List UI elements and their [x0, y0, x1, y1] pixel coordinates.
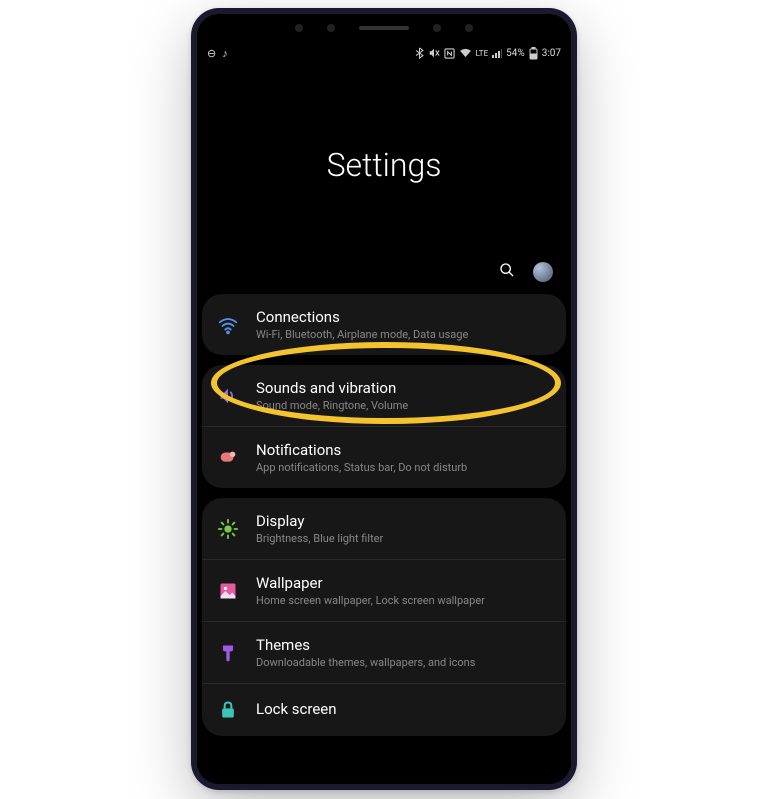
item-title: Display — [256, 512, 552, 530]
battery-percent: 54% — [506, 48, 525, 59]
wifi-icon — [216, 313, 240, 337]
item-subtitle: Brightness, Blue light filter — [256, 532, 552, 545]
mute-icon — [428, 47, 440, 59]
settings-list[interactable]: Connections Wi-Fi, Bluetooth, Airplane m… — [197, 294, 571, 784]
notification-icon — [216, 446, 240, 470]
settings-item-notifications[interactable]: Notifications App notifications, Status … — [202, 427, 566, 488]
item-title: Notifications — [256, 441, 552, 459]
page-title: Settings — [327, 146, 442, 184]
settings-card-sound-notif: Sounds and vibration Sound mode, Rington… — [202, 365, 566, 488]
phone-inner: ⊖ ♪ LTE 54% 3:07 Settings — [197, 14, 571, 784]
settings-item-themes[interactable]: Themes Downloadable themes, wallpapers, … — [202, 622, 566, 684]
signal-label: LTE — [476, 49, 489, 58]
settings-item-connections[interactable]: Connections Wi-Fi, Bluetooth, Airplane m… — [202, 294, 566, 355]
settings-item-wallpaper[interactable]: Wallpaper Home screen wallpaper, Lock sc… — [202, 560, 566, 622]
search-button[interactable] — [499, 262, 515, 282]
nfc-icon — [444, 48, 455, 59]
item-subtitle: Home screen wallpaper, Lock screen wallp… — [256, 594, 552, 607]
signal-bars-icon — [492, 48, 502, 58]
screen: ⊖ ♪ LTE 54% 3:07 Settings — [197, 42, 571, 784]
header-area: Settings — [197, 64, 571, 294]
item-subtitle: Downloadable themes, wallpapers, and ico… — [256, 656, 552, 669]
music-icon: ♪ — [222, 47, 228, 60]
themes-icon — [216, 641, 240, 665]
search-icon — [499, 262, 515, 278]
phone-speaker-area — [197, 14, 571, 42]
item-subtitle: Sound mode, Ringtone, Volume — [256, 399, 552, 412]
settings-item-lockscreen[interactable]: Lock screen — [202, 684, 566, 736]
item-title: Sounds and vibration — [256, 379, 552, 397]
status-bar: ⊖ ♪ LTE 54% 3:07 — [197, 42, 571, 64]
settings-card-connections: Connections Wi-Fi, Bluetooth, Airplane m… — [202, 294, 566, 355]
bluetooth-icon — [415, 47, 424, 59]
settings-item-display[interactable]: Display Brightness, Blue light filter — [202, 498, 566, 560]
avatar[interactable] — [533, 262, 553, 282]
dnd-icon: ⊖ — [207, 47, 216, 60]
display-icon — [216, 517, 240, 541]
sound-icon — [216, 384, 240, 408]
item-subtitle: App notifications, Status bar, Do not di… — [256, 461, 552, 474]
battery-icon — [529, 47, 538, 60]
settings-card-display-group: Display Brightness, Blue light filter Wa… — [202, 498, 566, 736]
phone-frame: ⊖ ♪ LTE 54% 3:07 Settings — [191, 8, 577, 790]
settings-item-sounds[interactable]: Sounds and vibration Sound mode, Rington… — [202, 365, 566, 427]
item-title: Themes — [256, 636, 552, 654]
item-title: Lock screen — [256, 700, 552, 718]
item-title: Wallpaper — [256, 574, 552, 592]
clock: 3:07 — [542, 48, 561, 59]
item-title: Connections — [256, 308, 552, 326]
wifi-status-icon — [459, 48, 472, 58]
lock-icon — [216, 698, 240, 722]
wallpaper-icon — [216, 579, 240, 603]
item-subtitle: Wi-Fi, Bluetooth, Airplane mode, Data us… — [256, 328, 552, 341]
